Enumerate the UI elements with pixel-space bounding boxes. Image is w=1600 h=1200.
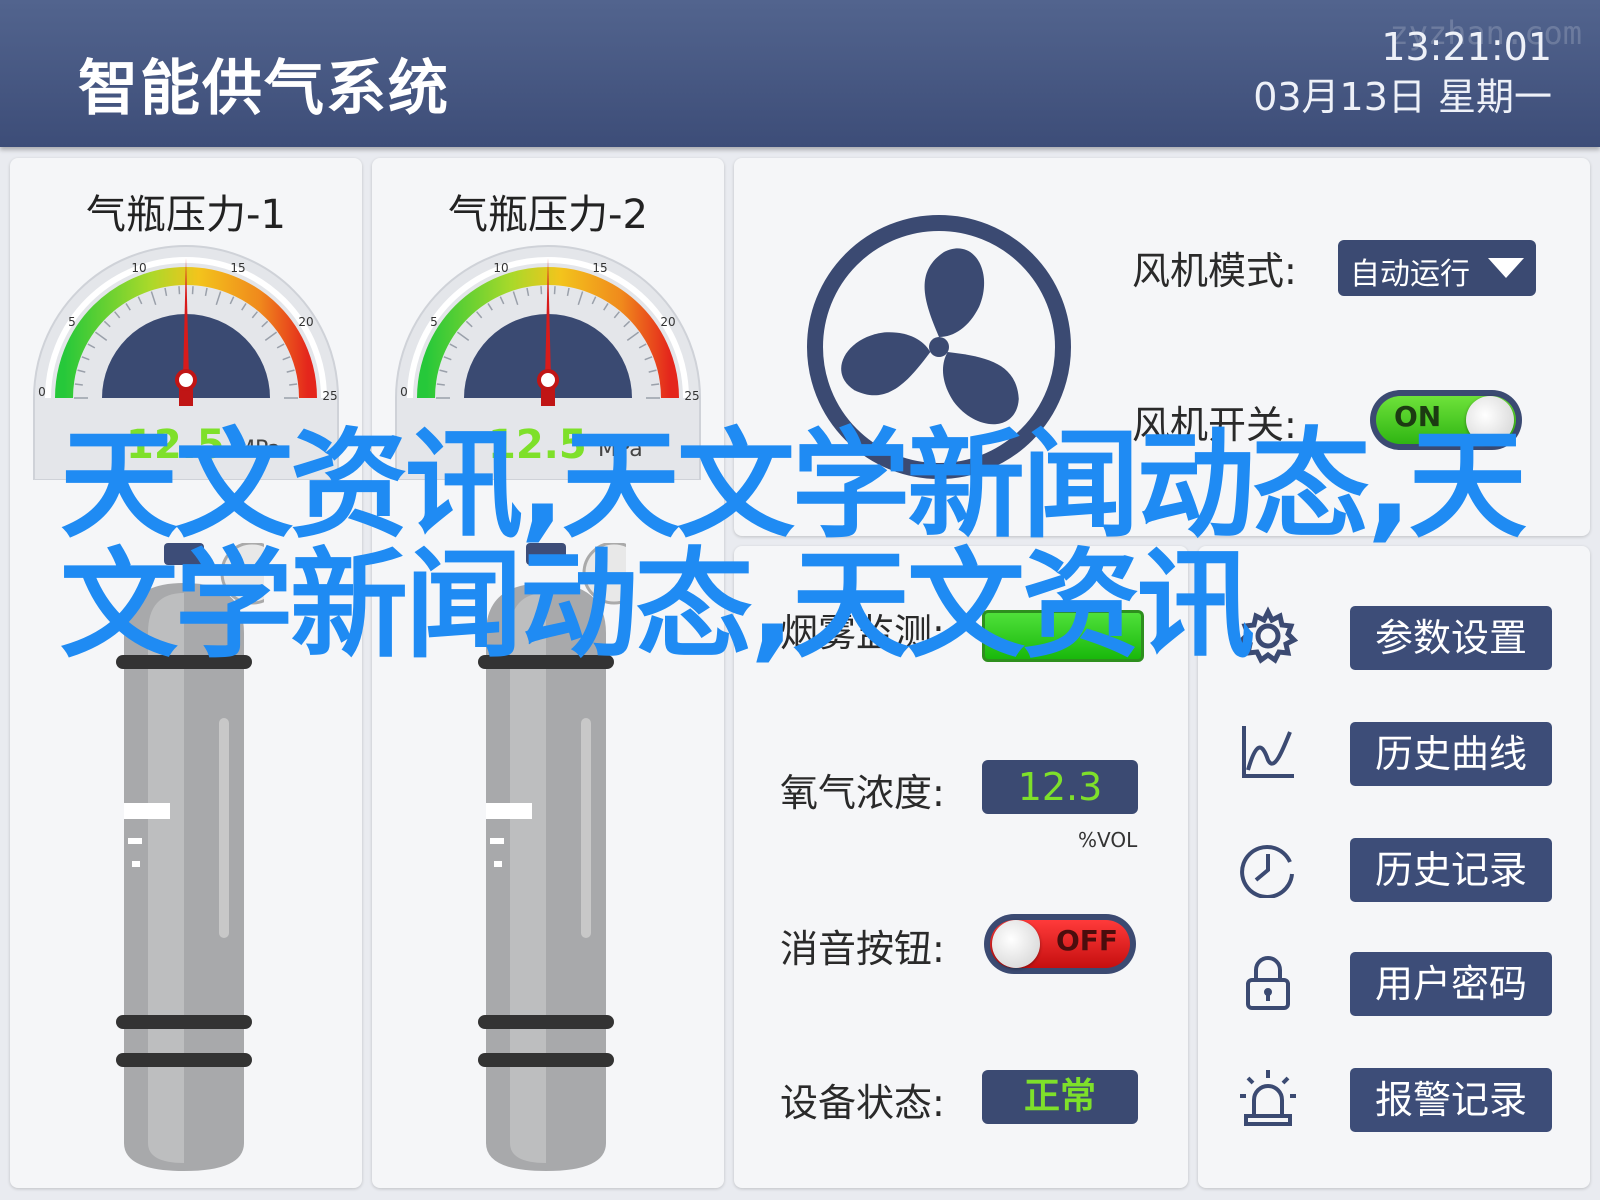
gauge-tick [553,286,556,295]
oxygen-label: 氧气浓度: [780,771,945,815]
app-title: 智能供气系统 [78,54,450,124]
gauge-tick [540,286,543,295]
mute-label: 消音按钮: [780,927,945,971]
history-curve-button[interactable]: 历史曲线 [1350,722,1552,786]
switch-state-text: ON [1394,400,1442,433]
fan-switch-toggle[interactable]: ON [1370,390,1522,450]
device-status-value: 正常 [982,1070,1138,1124]
gauge-tick-label: 15 [592,261,607,275]
monitor-panel: 烟雾监测: 氧气浓度: 12.3 %VOL 消音按钮: OFF 设备状态: 正常 [734,546,1188,1188]
gauge-tick-label: 25 [322,389,337,403]
oxygen-unit: %VOL [1078,828,1138,852]
oxygen-value: 12.3 [982,760,1138,814]
datetime-display: 13:21:01 03月13日 星期一 [1253,22,1552,122]
gauge-unit: MPa [236,437,281,462]
gas-cylinder-1 [116,543,264,1171]
gauge-tick-label: 5 [430,315,438,329]
fan-icon [807,215,1071,479]
gauge-tick [289,383,298,386]
switch-knob [992,920,1040,968]
switch-knob [1466,396,1514,444]
gauge-tick-label: 15 [230,261,245,275]
time-display: 13:21:01 [1381,25,1552,69]
date-display: 03月13日 星期一 [1253,75,1552,119]
gauge-tick [651,383,660,386]
cylinder-panel-2: 气瓶压力-2 0 5 10 15 20 25 12.5 MPa [372,158,724,1188]
gauge-tick-label: 5 [68,315,76,329]
header-bar: 智能供气系统 zyzhan.com 13:21:01 03月13日 星期一 [0,0,1600,147]
lock-icon [1246,956,1290,1010]
gauge-tick-label: 25 [684,389,699,403]
chevron-down-icon [1488,258,1524,278]
gauge-tick-label: 10 [131,261,146,275]
user-password-button[interactable]: 用户密码 [1350,952,1552,1016]
fan-panel: 风机模式: 自动运行 风机开关: ON [734,158,1590,536]
clock-icon [1240,844,1294,898]
gauge-tick-label: 20 [660,315,675,329]
cylinder-panel-1: 气瓶压力-1 0 5 10 15 20 25 12.5 MPa [10,158,362,1188]
gauge-tick-label: 0 [38,385,46,399]
gear-icon [1238,606,1298,664]
gauge-tick [191,286,194,295]
gauge-tick [436,383,445,386]
history-records-button[interactable]: 历史记录 [1350,838,1552,902]
params-settings-button[interactable]: 参数设置 [1350,606,1552,670]
alarm-light-icon [1240,1070,1296,1126]
mute-toggle[interactable]: OFF [984,914,1136,974]
pressure-gauge-2: 0 5 10 15 20 25 12.5 MPa [395,245,701,480]
gauge-tick-label: 10 [493,261,508,275]
gauge-title: 气瓶压力-2 [448,192,648,238]
gauge-tick [74,383,83,386]
pressure-gauge-1: 0 5 10 15 20 25 12.5 MPa [33,245,339,480]
fan-mode-value: 自动运行 [1350,257,1470,292]
gas-cylinder-2 [478,543,626,1171]
gauge-tick-label: 0 [400,385,408,399]
gauge-tick-label: 20 [298,315,313,329]
fan-mode-label: 风机模式: [1132,249,1297,293]
device-status-label: 设备状态: [780,1081,945,1125]
gauge-unit: MPa [598,437,643,462]
switch-state-text: OFF [1056,924,1119,957]
smoke-status-indicator [982,610,1144,662]
smoke-label: 烟雾监测: [780,611,945,655]
gauge-tick [178,286,181,295]
line-chart-icon [1242,726,1294,778]
gauge-title: 气瓶压力-1 [86,192,286,238]
alarm-records-button[interactable]: 报警记录 [1350,1068,1552,1132]
fan-switch-label: 风机开关: [1132,403,1297,447]
gauge-value: 12.5 [488,422,587,468]
gauge-value: 12.5 [126,422,225,468]
fan-mode-dropdown[interactable]: 自动运行 [1338,240,1536,296]
